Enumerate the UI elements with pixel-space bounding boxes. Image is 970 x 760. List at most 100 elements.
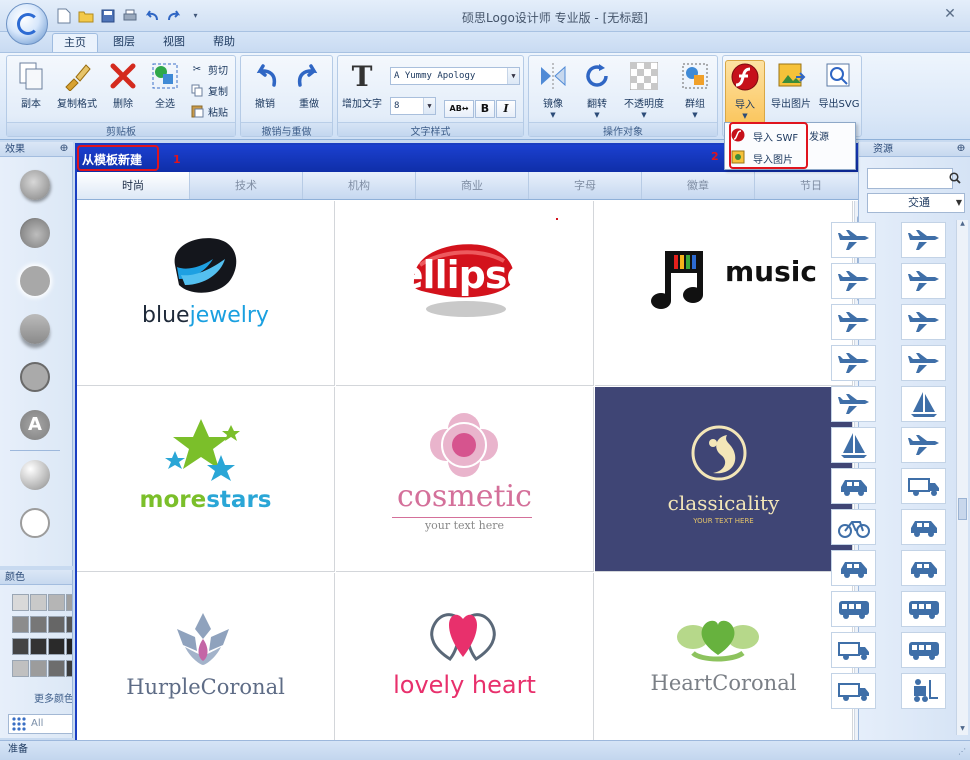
color-swatch[interactable]	[48, 594, 65, 611]
export-image-button[interactable]: 导出图片	[767, 60, 815, 116]
color-swatch[interactable]	[30, 638, 47, 655]
scroll-down-icon[interactable]: ▼	[958, 725, 967, 735]
tab-letters[interactable]: 字母	[529, 172, 642, 199]
tab-home[interactable]: 主页	[52, 33, 98, 52]
scroll-up-icon[interactable]: ▲	[958, 220, 967, 230]
tab-fashion[interactable]: 时尚	[77, 172, 190, 199]
bus-icon[interactable]	[901, 632, 946, 668]
airplane-icon[interactable]	[831, 222, 876, 258]
flip-button[interactable]: 翻转 ▼	[575, 60, 619, 119]
tab-organization[interactable]: 机构	[303, 172, 416, 199]
bold-button[interactable]: B	[475, 100, 495, 118]
app-menu-button[interactable]	[6, 3, 48, 45]
color-swatch[interactable]	[30, 616, 47, 633]
opacity-button[interactable]: 不透明度 ▼	[619, 60, 669, 119]
color-swatch[interactable]	[66, 660, 72, 677]
effect-glow[interactable]	[20, 266, 50, 296]
template-heartcoronal[interactable]: HeartCoronal	[595, 573, 853, 742]
car-icon[interactable]	[901, 509, 946, 545]
color-swatch[interactable]	[48, 616, 65, 633]
paste-button[interactable]: 粘贴	[189, 102, 228, 120]
resources-scrollbar[interactable]: ▲ ▼	[956, 220, 968, 735]
car-icon[interactable]	[901, 550, 946, 586]
redo-button[interactable]: 重做	[287, 60, 331, 116]
airplane-icon[interactable]	[901, 263, 946, 299]
airplane-icon[interactable]	[901, 345, 946, 381]
tab-help[interactable]: 帮助	[201, 33, 247, 52]
template-morestars[interactable]: morestars	[77, 387, 335, 572]
truck-icon[interactable]	[831, 632, 876, 668]
close-icon[interactable]: ✕	[942, 6, 958, 22]
color-swatch[interactable]	[30, 594, 47, 611]
color-swatch[interactable]	[66, 594, 72, 611]
color-swatch[interactable]	[12, 660, 29, 677]
more-colors-link[interactable]: 更多颜色	[34, 690, 72, 705]
bicycle-icon[interactable]	[831, 509, 876, 545]
group-button[interactable]: 群组 ▼	[673, 60, 717, 119]
car-icon[interactable]	[831, 468, 876, 504]
resize-grip-icon[interactable]: ⋰	[958, 743, 966, 760]
italic-button[interactable]: I	[496, 100, 516, 118]
airplane-icon[interactable]	[831, 263, 876, 299]
export-svg-button[interactable]: 导出SVG	[817, 60, 861, 116]
airplane-icon[interactable]	[901, 427, 946, 463]
tab-business[interactable]: 商业	[416, 172, 529, 199]
sailboat-icon[interactable]	[901, 386, 946, 422]
mirror-button[interactable]: 镜像 ▼	[531, 60, 575, 119]
template-lovely-heart[interactable]: lovely heart	[336, 573, 594, 742]
airplane-icon[interactable]	[901, 304, 946, 340]
truck-icon[interactable]	[901, 468, 946, 504]
add-text-button[interactable]: T 增加文字	[340, 60, 384, 116]
color-swatch[interactable]	[12, 638, 29, 655]
template-cosmetic[interactable]: cosmetic your text here	[336, 387, 594, 572]
font-select[interactable]: A Yummy Apology ▼	[390, 67, 520, 85]
forklift-icon[interactable]	[901, 673, 946, 709]
scrollbar-thumb[interactable]	[958, 498, 967, 520]
sailboat-icon[interactable]	[831, 427, 876, 463]
bus-icon[interactable]	[901, 591, 946, 627]
template-ellipse[interactable]: ellipse	[336, 201, 594, 386]
color-swatch[interactable]	[30, 660, 47, 677]
effect-stroke[interactable]	[20, 362, 50, 392]
effect-outline[interactable]	[20, 508, 50, 538]
color-swatch[interactable]	[48, 638, 65, 655]
effect-inner-shadow[interactable]	[20, 218, 50, 248]
search-icon[interactable]	[949, 172, 961, 187]
menu-item-import-image[interactable]: 导入图片	[731, 148, 793, 168]
select-all-button[interactable]: 全选	[143, 60, 187, 116]
template-hurplecoronal[interactable]: HurpleCoronal	[77, 573, 335, 742]
resource-search-input[interactable]	[867, 168, 953, 189]
car-icon[interactable]	[831, 550, 876, 586]
resource-category-select[interactable]: 交通 ▼	[867, 193, 965, 213]
duplicate-button[interactable]: 副本	[9, 60, 53, 116]
effect-gradient[interactable]	[20, 460, 50, 490]
pin-icon[interactable]: ⴲ	[957, 142, 965, 157]
delete-button[interactable]: 删除	[101, 60, 145, 116]
template-music[interactable]: music	[595, 201, 853, 386]
tab-badge[interactable]: 徽章	[642, 172, 755, 199]
tab-holiday[interactable]: 节日	[755, 172, 868, 199]
template-bluejewelry[interactable]: bluejewelry	[77, 201, 335, 386]
color-set-select[interactable]: All	[8, 714, 72, 734]
airplane-icon[interactable]	[831, 345, 876, 381]
color-swatch[interactable]	[12, 594, 29, 611]
text-spacing-button[interactable]: AB↔	[444, 100, 474, 118]
tab-tech[interactable]: 技术	[190, 172, 303, 199]
color-swatch[interactable]	[48, 660, 65, 677]
font-size-select[interactable]: 8 ▼	[390, 97, 436, 115]
import-button[interactable]: 导入 ▼	[725, 60, 765, 124]
color-swatch[interactable]	[66, 616, 72, 633]
copy-button[interactable]: 复制	[189, 81, 228, 99]
bus-icon[interactable]	[831, 591, 876, 627]
color-swatch[interactable]	[12, 616, 29, 633]
effect-text-icon[interactable]: A	[20, 410, 50, 440]
cut-button[interactable]: ✂ 剪切	[189, 60, 228, 78]
undo-button[interactable]: 撤销	[243, 60, 287, 116]
tab-layers[interactable]: 图层	[101, 33, 147, 52]
truck-icon[interactable]	[831, 673, 876, 709]
airplane-icon[interactable]	[831, 386, 876, 422]
color-swatch[interactable]	[66, 638, 72, 655]
menu-item-import-swf[interactable]: 导入 SWF	[731, 126, 798, 146]
airplane-icon[interactable]	[831, 304, 876, 340]
template-classicality[interactable]: classicality YOUR TEXT HERE	[595, 387, 853, 572]
